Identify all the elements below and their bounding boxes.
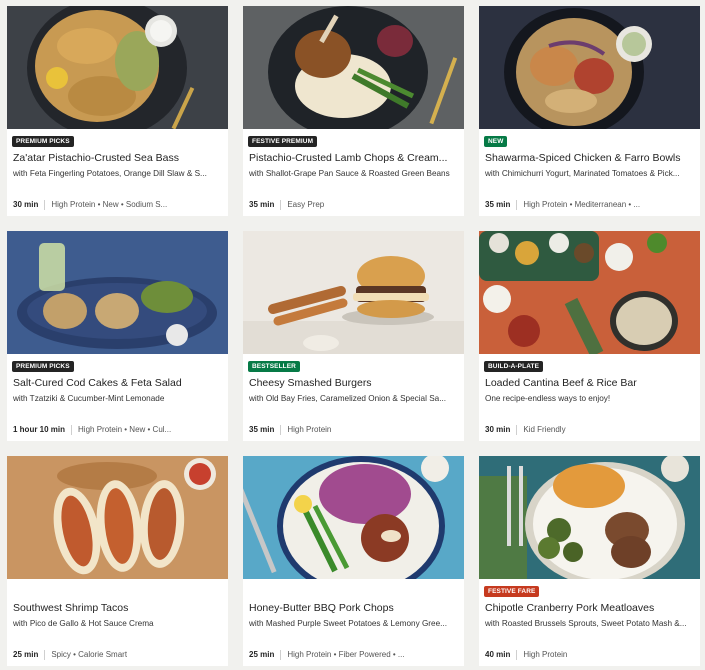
recipe-tags: High Protein • New • Cul... bbox=[78, 425, 172, 434]
recipe-photo[interactable] bbox=[7, 231, 228, 354]
recipe-subtitle: One recipe-endless ways to enjoy! bbox=[485, 394, 611, 403]
meta-divider bbox=[280, 425, 282, 435]
recipe-title[interactable]: Southwest Shrimp Tacos bbox=[13, 601, 225, 615]
recipe-tags: High Protein bbox=[523, 650, 568, 659]
recipe-badge: BUILD-A-PLATE bbox=[484, 361, 544, 372]
recipe-subtitle: with Roasted Brussels Sprouts, Sweet Pot… bbox=[485, 619, 687, 628]
recipe-time: 25 min bbox=[13, 650, 39, 659]
recipe-meta: 40 min High Protein bbox=[485, 649, 697, 661]
recipe-photo[interactable] bbox=[243, 456, 464, 579]
recipe-time: 40 min bbox=[485, 650, 511, 659]
recipe-photo[interactable] bbox=[243, 6, 464, 129]
recipe-badge: PREMIUM PICKS bbox=[12, 136, 74, 147]
recipe-time: 30 min bbox=[485, 425, 511, 434]
recipe-meta: 25 min Spicy • Calorie Smart bbox=[13, 649, 225, 661]
recipe-time: 35 min bbox=[249, 200, 275, 209]
recipe-meta: 25 min High Protein • Fiber Powered • ..… bbox=[249, 649, 461, 661]
recipe-title[interactable]: Za'atar Pistachio-Crusted Sea Bass bbox=[13, 151, 225, 165]
recipe-subtitle: with Old Bay Fries, Caramelized Onion & … bbox=[249, 394, 447, 403]
recipe-photo[interactable] bbox=[479, 231, 700, 354]
recipe-card[interactable]: Honey-Butter BBQ Pork Chops with Mashed … bbox=[243, 456, 464, 666]
recipe-subtitle: with Pico de Gallo & Hot Sauce Crema bbox=[13, 619, 154, 628]
recipe-tags: High Protein • New • Sodium S... bbox=[51, 200, 168, 209]
meta-divider bbox=[280, 200, 282, 210]
recipe-meta: 35 min High Protein bbox=[249, 424, 461, 436]
recipe-tags: High Protein • Mediterranean • ... bbox=[523, 200, 641, 209]
recipe-time: 30 min bbox=[13, 200, 39, 209]
meta-divider bbox=[71, 425, 73, 435]
meta-divider bbox=[44, 650, 46, 660]
recipe-tags: Kid Friendly bbox=[523, 425, 566, 434]
recipe-card[interactable]: FESTIVE PREMIUM Pistachio-Crusted Lamb C… bbox=[243, 6, 464, 216]
recipe-badge: NEW bbox=[484, 136, 508, 147]
recipe-photo[interactable] bbox=[243, 231, 464, 354]
recipe-title[interactable]: Chipotle Cranberry Pork Meatloaves bbox=[485, 601, 697, 615]
recipe-time: 1 hour 10 min bbox=[13, 425, 66, 434]
recipe-photo[interactable] bbox=[7, 6, 228, 129]
recipe-card[interactable]: FESTIVE FARE Chipotle Cranberry Pork Mea… bbox=[479, 456, 700, 666]
recipe-time: 35 min bbox=[249, 425, 275, 434]
recipe-title[interactable]: Honey-Butter BBQ Pork Chops bbox=[249, 601, 461, 615]
recipe-title[interactable]: Cheesy Smashed Burgers bbox=[249, 376, 461, 390]
recipe-badge: PREMIUM PICKS bbox=[12, 361, 74, 372]
recipe-card[interactable]: BUILD-A-PLATE Loaded Cantina Beef & Rice… bbox=[479, 231, 700, 441]
recipe-card[interactable]: NEW Shawarma-Spiced Chicken & Farro Bowl… bbox=[479, 6, 700, 216]
meta-divider bbox=[516, 425, 518, 435]
recipe-meta: 30 min High Protein • New • Sodium S... bbox=[13, 199, 225, 211]
meta-divider bbox=[516, 200, 518, 210]
recipe-subtitle: with Mashed Purple Sweet Potatoes & Lemo… bbox=[249, 619, 447, 628]
recipe-meta: 1 hour 10 min High Protein • New • Cul..… bbox=[13, 424, 225, 436]
recipe-badge: BESTSELLER bbox=[248, 361, 300, 372]
recipe-time: 35 min bbox=[485, 200, 511, 209]
recipe-photo[interactable] bbox=[7, 456, 228, 579]
recipe-tags: High Protein bbox=[287, 425, 332, 434]
recipe-card[interactable]: BESTSELLER Cheesy Smashed Burgers with O… bbox=[243, 231, 464, 441]
recipe-card[interactable]: PREMIUM PICKS Salt-Cured Cod Cakes & Fet… bbox=[7, 231, 228, 441]
recipe-tags: Spicy • Calorie Smart bbox=[51, 650, 128, 659]
recipe-photo[interactable] bbox=[479, 456, 700, 579]
recipe-meta: 35 min High Protein • Mediterranean • ..… bbox=[485, 199, 697, 211]
recipe-title[interactable]: Pistachio-Crusted Lamb Chops & Cream... bbox=[249, 151, 461, 165]
recipe-time: 25 min bbox=[249, 650, 275, 659]
recipe-title[interactable]: Loaded Cantina Beef & Rice Bar bbox=[485, 376, 697, 390]
recipe-meta: 30 min Kid Friendly bbox=[485, 424, 697, 436]
recipe-photo[interactable] bbox=[479, 6, 700, 129]
recipe-tags: Easy Prep bbox=[287, 200, 325, 209]
recipe-subtitle: with Tzatziki & Cucumber-Mint Lemonade bbox=[13, 394, 165, 403]
recipe-title[interactable]: Shawarma-Spiced Chicken & Farro Bowls bbox=[485, 151, 697, 165]
recipe-meta: 35 min Easy Prep bbox=[249, 199, 461, 211]
meta-divider bbox=[280, 650, 282, 660]
recipe-grid: PREMIUM PICKS Za'atar Pistachio-Crusted … bbox=[7, 6, 700, 666]
recipe-subtitle: with Shallot-Grape Pan Sauce & Roasted G… bbox=[249, 169, 450, 178]
recipe-subtitle: with Feta Fingerling Potatoes, Orange Di… bbox=[13, 169, 207, 178]
meta-divider bbox=[44, 200, 46, 210]
recipe-badge: FESTIVE PREMIUM bbox=[248, 136, 318, 147]
meta-divider bbox=[516, 650, 518, 660]
recipe-card[interactable]: PREMIUM PICKS Za'atar Pistachio-Crusted … bbox=[7, 6, 228, 216]
recipe-card[interactable]: Southwest Shrimp Tacos with Pico de Gall… bbox=[7, 456, 228, 666]
recipe-title[interactable]: Salt-Cured Cod Cakes & Feta Salad bbox=[13, 376, 225, 390]
recipe-badge: FESTIVE FARE bbox=[484, 586, 540, 597]
recipe-tags: High Protein • Fiber Powered • ... bbox=[287, 650, 405, 659]
recipe-subtitle: with Chimichurri Yogurt, Marinated Tomat… bbox=[485, 169, 680, 178]
